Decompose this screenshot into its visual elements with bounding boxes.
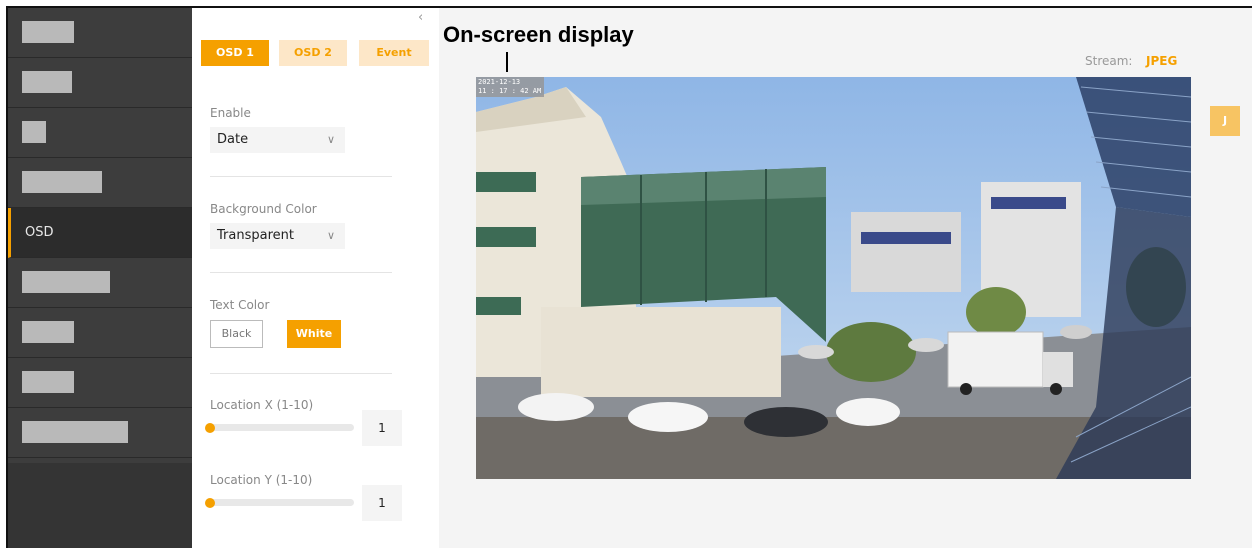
camera-scene-image	[476, 77, 1191, 479]
sidebar-nav: OSD	[8, 8, 192, 548]
location-x-slider-handle[interactable]	[205, 423, 215, 433]
redacted-label	[22, 71, 72, 93]
osd-settings-panel: ‹ OSD 1 OSD 2 Event Enable Date ∨ Backgr…	[192, 8, 439, 548]
osd-time: 11 : 17 : 42 AM	[478, 87, 542, 95]
sidebar-item-label: OSD	[25, 225, 54, 240]
enable-value: Date	[217, 132, 249, 147]
osd-date: 2021-12-13	[478, 78, 521, 86]
location-x-label: Location X (1-10)	[210, 398, 314, 412]
sidebar-item-9[interactable]	[8, 408, 192, 458]
sidebar-item-1[interactable]	[8, 8, 192, 58]
chevron-down-icon: ∨	[326, 229, 335, 242]
preview-area: Stream: JPEG J 2021-12-13 11: 17: 42 A…	[439, 8, 1252, 548]
enable-label: Enable	[210, 106, 251, 120]
camera-preview: 2021-12-13 11 : 17 : 42 AM	[476, 77, 1191, 479]
redacted-label	[22, 321, 74, 343]
sidebar-item-2[interactable]	[8, 58, 192, 108]
chevron-down-icon: ∨	[326, 133, 335, 146]
background-color-value: Transparent	[217, 228, 294, 243]
stream-value[interactable]: JPEG	[1146, 54, 1177, 68]
divider	[210, 373, 392, 374]
sidebar-empty-area	[8, 463, 192, 548]
annotation-pointer-line	[506, 52, 508, 72]
redacted-label	[22, 271, 110, 293]
location-y-slider[interactable]	[210, 499, 354, 506]
text-color-label: Text Color	[210, 298, 270, 312]
redacted-label	[22, 171, 102, 193]
sidebar-item-3[interactable]	[8, 108, 192, 158]
location-y-label: Location Y (1-10)	[210, 473, 313, 487]
enable-select[interactable]: Date ∨	[210, 127, 345, 153]
stream-label: Stream:	[1085, 54, 1133, 68]
location-y-slider-handle[interactable]	[205, 498, 215, 508]
sidebar-item-8[interactable]	[8, 358, 192, 408]
stream-badge[interactable]: J	[1210, 106, 1240, 136]
sidebar-item-6[interactable]	[8, 258, 192, 308]
tab-osd-1[interactable]: OSD 1	[201, 40, 269, 66]
sidebar-item-4[interactable]	[8, 158, 192, 208]
annotation-title: On-screen display	[443, 22, 634, 47]
text-color-white-button[interactable]: White	[287, 320, 341, 348]
app-frame: OSD ‹ OSD 1 OSD 2 Event Enable Date ∨ Ba…	[6, 6, 1252, 548]
tab-osd-2[interactable]: OSD 2	[279, 40, 347, 66]
location-x-slider[interactable]	[210, 424, 354, 431]
sidebar-item-osd[interactable]: OSD	[8, 208, 192, 258]
redacted-label	[22, 121, 46, 143]
location-y-value[interactable]: 1	[362, 485, 402, 521]
redacted-label	[22, 421, 128, 443]
osd-date-stamp: 2021-12-13 11 : 17 : 42 AM	[476, 77, 544, 97]
divider	[210, 176, 392, 177]
background-color-label: Background Color	[210, 202, 317, 216]
chevron-left-icon[interactable]: ‹	[418, 10, 423, 25]
location-x-value[interactable]: 1	[362, 410, 402, 446]
tab-event[interactable]: Event	[359, 40, 429, 66]
redacted-label	[22, 21, 74, 43]
sidebar-item-7[interactable]	[8, 308, 192, 358]
divider	[210, 272, 392, 273]
redacted-label	[22, 371, 74, 393]
text-color-black-button[interactable]: Black	[210, 320, 263, 348]
background-color-select[interactable]: Transparent ∨	[210, 223, 345, 249]
